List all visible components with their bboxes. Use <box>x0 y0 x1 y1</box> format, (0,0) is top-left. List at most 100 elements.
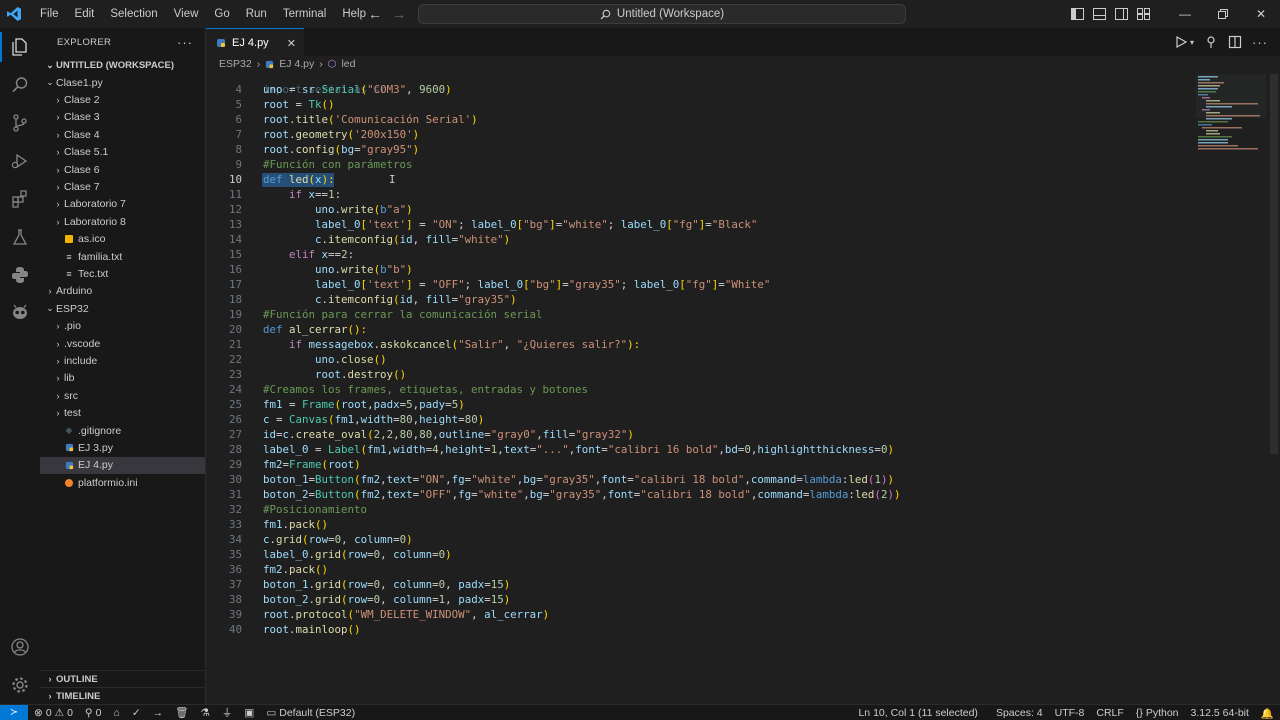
tree-item[interactable]: › lib <box>40 370 205 387</box>
extensions-icon[interactable] <box>0 180 40 218</box>
platformio-alien-icon[interactable] <box>0 294 40 332</box>
platformio-home-icon[interactable]: ⌂ <box>107 705 125 720</box>
explorer-icon[interactable] <box>0 28 40 66</box>
tree-item[interactable]: › .vscode <box>40 335 205 352</box>
vertical-scrollbar[interactable] <box>1270 74 1278 454</box>
language-mode[interactable]: {} Python <box>1130 705 1185 720</box>
tree-item[interactable]: › Arduino <box>40 283 205 300</box>
tree-item[interactable]: EJ 4.py <box>40 456 205 474</box>
accounts-icon[interactable] <box>0 628 40 666</box>
tree-item[interactable]: ⌄ Clase1.py <box>40 74 205 91</box>
code-text: uno.write(b"a") <box>263 202 413 217</box>
menu-file[interactable]: File <box>32 0 67 28</box>
manage-gear-icon[interactable] <box>0 666 40 704</box>
minimap[interactable] <box>1196 74 1266 154</box>
toggle-primary-sidebar-icon[interactable] <box>1066 0 1088 28</box>
code-token: ) <box>503 233 511 246</box>
testing-flask-icon[interactable] <box>0 218 40 256</box>
close-tab-icon[interactable]: ✕ <box>287 37 296 50</box>
tree-item[interactable]: › Clase 7 <box>40 178 205 195</box>
search-icon[interactable] <box>0 66 40 104</box>
code-editor[interactable]: import serial as sr 4 uno = sr.Serial("CO… <box>206 74 1266 674</box>
chevron-right-icon: › <box>56 355 60 366</box>
platformio-upload-icon[interactable]: → <box>147 705 170 720</box>
platformio-clean-icon[interactable]: 🗑 <box>169 705 194 720</box>
toggle-secondary-sidebar-icon[interactable] <box>1110 0 1132 28</box>
end-of-line[interactable]: CRLF <box>1090 705 1129 720</box>
menu-run[interactable]: Run <box>238 0 275 28</box>
close-window-icon[interactable]: ✕ <box>1242 0 1280 28</box>
platformio-terminal-icon[interactable]: ▣ <box>238 705 260 720</box>
tree-item[interactable]: ◆ .gitignore <box>40 422 205 439</box>
code-token: (): <box>347 323 368 336</box>
code-text: #Creamos los frames, etiquetas, entradas… <box>263 382 588 397</box>
tree-item[interactable]: platformio.ini <box>40 474 205 491</box>
tree-item[interactable]: › Laboratorio 7 <box>40 196 205 213</box>
code-token: fill <box>425 293 452 306</box>
tree-item[interactable]: EJ 3.py <box>40 439 205 456</box>
remote-indicator-icon[interactable]: ≻ <box>0 704 28 720</box>
indentation[interactable]: Spaces: 4 <box>990 705 1049 720</box>
toggle-panel-icon[interactable] <box>1088 0 1110 28</box>
tree-item[interactable]: › include <box>40 352 205 369</box>
customize-layout-icon[interactable] <box>1132 0 1154 28</box>
tree-item[interactable]: ⌄ ESP32 <box>40 300 205 317</box>
line-number: 29 <box>228 458 242 471</box>
tree-item[interactable]: › src <box>40 387 205 404</box>
minimize-icon[interactable]: — <box>1166 0 1204 28</box>
code-token: "COM3" <box>367 83 407 96</box>
platformio-test-icon[interactable]: ⚗ <box>194 705 215 720</box>
timeline-section[interactable]: › TIMELINE <box>40 687 206 704</box>
code-text: fm2=Frame(root) <box>263 457 361 472</box>
more-actions-icon[interactable]: ··· <box>177 35 193 50</box>
outline-section[interactable]: › OUTLINE <box>40 670 206 687</box>
encoding[interactable]: UTF-8 <box>1049 705 1091 720</box>
tree-item[interactable]: › Laboratorio 8 <box>40 213 205 230</box>
tree-item[interactable]: ≡ familia.txt <box>40 248 205 265</box>
line-number: 22 <box>228 353 242 366</box>
menu-selection[interactable]: Selection <box>102 0 165 28</box>
menu-edit[interactable]: Edit <box>67 0 103 28</box>
run-debug-icon[interactable] <box>0 142 40 180</box>
ports-indicator[interactable]: ⚲ 0 <box>79 705 108 720</box>
tree-item[interactable]: › Clase 6 <box>40 161 205 178</box>
code-token: grid <box>315 578 342 591</box>
notifications-bell-icon[interactable]: 🔔 <box>1255 705 1280 720</box>
tree-item[interactable]: ≡ Tec.txt <box>40 265 205 282</box>
problems-indicator[interactable]: ⊗ 0 ⚠ 0 <box>28 705 79 720</box>
split-editor-icon[interactable] <box>1228 35 1242 49</box>
project-environment[interactable]: ▭ Default (ESP32) <box>260 705 361 720</box>
run-dropdown-icon[interactable]: ▾ <box>1190 38 1194 47</box>
workspace-header[interactable]: ⌄ UNTITLED (WORKSPACE) <box>40 56 205 74</box>
back-arrow-icon[interactable]: ← <box>368 6 382 22</box>
cursor-position[interactable]: Ln 10, Col 1 (11 selected) <box>852 705 983 720</box>
tree-item[interactable]: › .pio <box>40 317 205 334</box>
interpreter-version[interactable]: 3.12.5 64-bit <box>1185 705 1255 720</box>
code-text: fm1.pack() <box>263 517 328 532</box>
tree-item[interactable]: › Clase 2 <box>40 91 205 108</box>
restore-icon[interactable] <box>1204 0 1242 28</box>
tab-ej4-py[interactable]: EJ 4.py ✕ <box>206 28 304 56</box>
platformio-monitor-icon[interactable]: ⏚ <box>216 705 239 720</box>
code-text: label_0.grid(row=0, column=0) <box>263 547 452 562</box>
menu-go[interactable]: Go <box>206 0 237 28</box>
tree-item[interactable]: › test <box>40 404 205 421</box>
chevron-right-icon: › <box>56 408 60 419</box>
forward-arrow-icon[interactable]: → <box>392 6 406 22</box>
tree-item-label: Clase 3 <box>64 111 100 124</box>
more-actions-icon[interactable]: ··· <box>1252 35 1268 50</box>
command-center-search[interactable]: Untitled (Workspace) <box>418 4 906 24</box>
tree-item[interactable]: › Clase 3 <box>40 109 205 126</box>
menu-view[interactable]: View <box>166 0 207 28</box>
python-icon[interactable] <box>0 256 40 294</box>
tree-item[interactable]: › Clase 5.1 <box>40 144 205 161</box>
platformio-build-icon[interactable]: ✓ <box>126 705 147 720</box>
tree-item[interactable]: › Clase 4 <box>40 126 205 143</box>
tree-item-label: familia.txt <box>78 250 123 263</box>
run-python-icon[interactable] <box>1174 35 1188 49</box>
debug-pin-icon[interactable] <box>1204 35 1218 49</box>
source-control-icon[interactable] <box>0 104 40 142</box>
menu-terminal[interactable]: Terminal <box>275 0 334 28</box>
code-text: root.config(bg="gray95") <box>263 142 419 157</box>
tree-item[interactable]: as.ico <box>40 231 205 248</box>
